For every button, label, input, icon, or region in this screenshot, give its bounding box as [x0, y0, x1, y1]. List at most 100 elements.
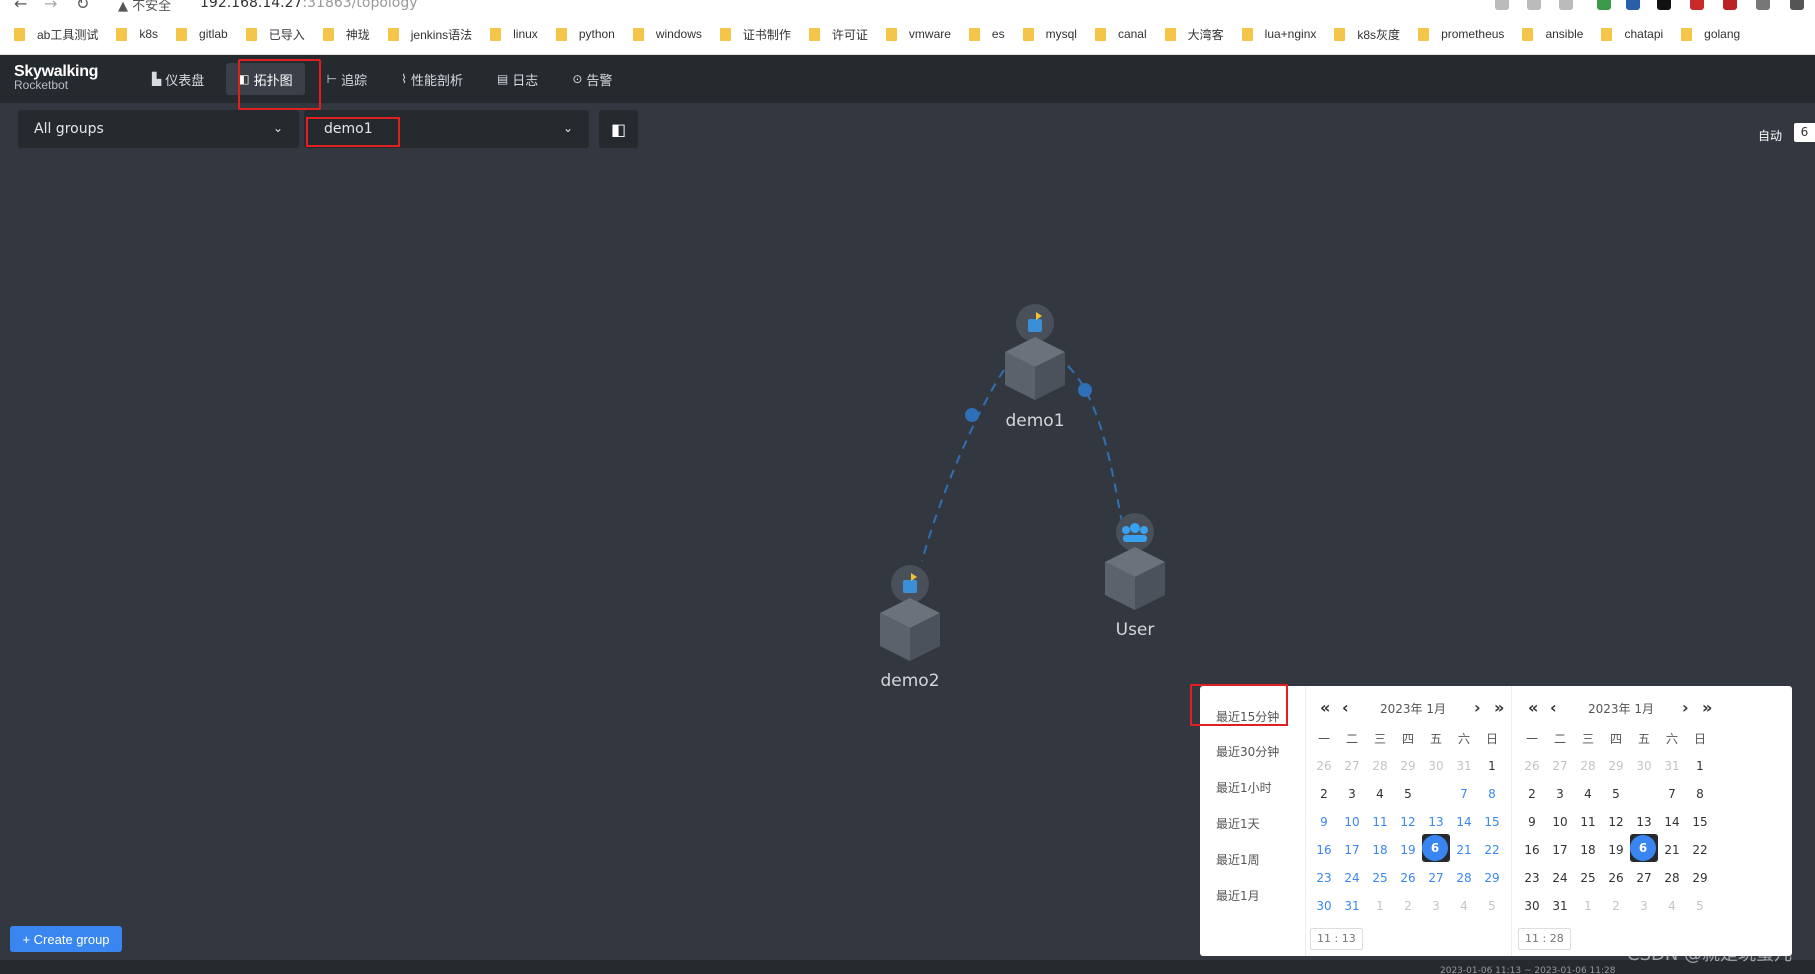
calendar-day[interactable]: 13	[1422, 808, 1450, 836]
calendar-day[interactable]: 10	[1338, 808, 1366, 836]
calendar-day[interactable]: 4	[1574, 780, 1602, 808]
calendar-day[interactable]: 28	[1658, 864, 1686, 892]
calendar-day[interactable]: 31	[1450, 752, 1478, 780]
calendar-day[interactable]: 7	[1658, 780, 1686, 808]
extension-icon[interactable]	[1723, 0, 1737, 10]
calendar-day[interactable]: 5	[1394, 780, 1422, 808]
calendar-day[interactable]: 29	[1394, 752, 1422, 780]
calendar-day[interactable]: 2	[1602, 892, 1630, 920]
group-select[interactable]: All groups ⌄	[18, 110, 299, 148]
calendar-day[interactable]: 12	[1394, 808, 1422, 836]
calendar-day[interactable]: 5	[1602, 780, 1630, 808]
calendar-day[interactable]: 28	[1574, 752, 1602, 780]
calendar-day[interactable]: 3	[1630, 892, 1658, 920]
calendar-day[interactable]: 11	[1574, 808, 1602, 836]
calendar-day[interactable]: 22	[1478, 836, 1506, 864]
calendar-day[interactable]: 27	[1422, 864, 1450, 892]
insecure-warning[interactable]: ▲ 不安全	[118, 0, 171, 14]
calendar-day[interactable]: 26	[1310, 752, 1338, 780]
topology-toggle-button[interactable]: ◧	[599, 110, 638, 148]
calendar-day[interactable]: 3	[1546, 780, 1574, 808]
extension-icon[interactable]	[1690, 0, 1704, 10]
calendar-day[interactable]: 23	[1518, 864, 1546, 892]
calendar-day[interactable]: 27	[1630, 864, 1658, 892]
calendar-day[interactable]: 30	[1518, 892, 1546, 920]
calendar-day[interactable]: 2	[1394, 892, 1422, 920]
start-time-input[interactable]: 11 : 13	[1310, 928, 1363, 950]
nav-item-dashboard[interactable]: ▙ 仪表盘	[140, 63, 216, 95]
next-month-icon[interactable]: ›	[1474, 698, 1481, 717]
puzzle-icon[interactable]	[1756, 0, 1770, 10]
calendar-day[interactable]: 17	[1338, 836, 1366, 864]
topology-link-demo1-demo2[interactable]	[921, 369, 1005, 562]
calendar-day[interactable]: 26	[1394, 864, 1422, 892]
topology-node-user[interactable]: User	[1105, 513, 1165, 640]
calendar-day[interactable]: 27	[1338, 752, 1366, 780]
calendar-day[interactable]: 12	[1602, 808, 1630, 836]
calendar-day[interactable]: 19	[1602, 836, 1630, 864]
topology-node-demo2[interactable]: demo2	[880, 565, 940, 691]
bookmark-item[interactable]: 许可证	[808, 26, 868, 43]
bookmark-item[interactable]: golang	[1681, 27, 1740, 41]
bookmark-item[interactable]: es	[968, 27, 1005, 41]
reload-icon[interactable]: ↻	[76, 0, 89, 13]
bookmark-item[interactable]: gitlab	[176, 27, 228, 41]
bookmark-item[interactable]: jenkins语法	[387, 26, 472, 43]
calendar-day[interactable]: 22	[1686, 836, 1714, 864]
calendar-day[interactable]: 7	[1450, 780, 1478, 808]
calendar-day[interactable]: 2	[1518, 780, 1546, 808]
bookmark-item[interactable]: canal	[1094, 27, 1147, 41]
calendar-day[interactable]: 21	[1450, 836, 1478, 864]
topology-node-demo1[interactable]: demo1	[1005, 304, 1065, 431]
bookmark-item[interactable]: vmware	[885, 27, 951, 41]
calendar-day[interactable]: 16	[1310, 836, 1338, 864]
share-icon[interactable]	[1527, 0, 1541, 10]
calendar-day[interactable]: 1	[1686, 752, 1714, 780]
calendar-day[interactable]: 13	[1630, 808, 1658, 836]
link-metric-dot[interactable]	[1078, 383, 1092, 397]
bookmark-item[interactable]: 神珑	[322, 26, 370, 43]
calendar-day[interactable]: 1	[1366, 892, 1394, 920]
auto-refresh-input[interactable]: 6	[1794, 123, 1815, 142]
calendar-day[interactable]: 21	[1658, 836, 1686, 864]
calendar-day[interactable]: 18	[1366, 836, 1394, 864]
nav-item-alarm[interactable]: ⊙ 告警	[560, 63, 624, 95]
calendar-day[interactable]: 5	[1686, 892, 1714, 920]
url-text[interactable]: 192.168.14.27:31863/topology	[200, 0, 418, 11]
calendar-day[interactable]: 4	[1450, 892, 1478, 920]
time-shortcut[interactable]: 最近30分钟	[1216, 743, 1279, 760]
bookmark-item[interactable]: python	[555, 27, 615, 41]
calendar-day[interactable]: 24	[1338, 864, 1366, 892]
calendar-day[interactable]: 15	[1478, 808, 1506, 836]
bookmark-item[interactable]: 证书制作	[719, 26, 791, 43]
calendar-day[interactable]: 18	[1574, 836, 1602, 864]
sidebar-icon[interactable]	[1790, 0, 1804, 10]
calendar-day[interactable]: 17	[1546, 836, 1574, 864]
bookmark-item[interactable]: chatapi	[1601, 27, 1663, 41]
bookmark-item[interactable]: ansible	[1522, 27, 1583, 41]
nav-item-log[interactable]: ▤ 日志	[485, 63, 550, 95]
next-year-icon[interactable]: »	[1702, 698, 1712, 717]
time-shortcut[interactable]: 最近1月	[1216, 887, 1260, 904]
calendar-day[interactable]: 28	[1450, 864, 1478, 892]
calendar-day[interactable]: 14	[1658, 808, 1686, 836]
calendar-day[interactable]: 8	[1478, 780, 1506, 808]
bookmark-item[interactable]: k8s	[116, 27, 158, 41]
calendar-day[interactable]: 1	[1478, 752, 1506, 780]
calendar-day[interactable]: 2	[1310, 780, 1338, 808]
link-metric-dot[interactable]	[965, 408, 979, 422]
time-shortcut[interactable]: 最近1天	[1216, 815, 1260, 832]
calendar-day[interactable]: 29	[1686, 864, 1714, 892]
calendar-day[interactable]: 9	[1310, 808, 1338, 836]
calendar-day[interactable]: 19	[1394, 836, 1422, 864]
bookmark-item[interactable]: lua+nginx	[1241, 27, 1316, 41]
calendar-day[interactable]: 24	[1546, 864, 1574, 892]
calendar-day[interactable]: 29	[1478, 864, 1506, 892]
calendar-day[interactable]: 5	[1478, 892, 1506, 920]
calendar-day[interactable]: 4	[1658, 892, 1686, 920]
calendar-day[interactable]: 3	[1422, 892, 1450, 920]
calendar-day[interactable]: 6	[1422, 834, 1450, 862]
calendar-day[interactable]: 14	[1450, 808, 1478, 836]
forward-icon[interactable]: →	[44, 0, 57, 13]
footer-time-range[interactable]: 2023-01-06 11:13 ~ 2023-01-06 11:28	[1440, 966, 1615, 974]
